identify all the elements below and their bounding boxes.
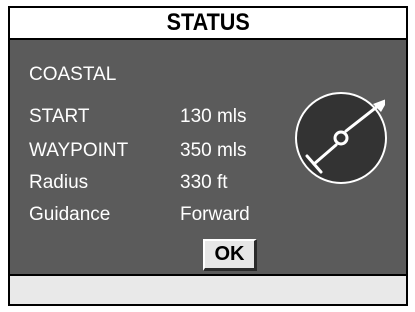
heading-indicator-icon bbox=[295, 92, 387, 184]
ok-button-label: OK bbox=[214, 243, 245, 265]
status-dialog: STATUS COASTAL START 130 mls WAYPOINT 35… bbox=[8, 6, 408, 306]
start-value: 130 mls bbox=[180, 106, 247, 127]
footer-bar bbox=[10, 274, 406, 304]
title-bar: STATUS bbox=[10, 8, 406, 40]
radius-label: Radius bbox=[29, 172, 89, 193]
waypoint-label: WAYPOINT bbox=[29, 140, 129, 161]
guidance-label: Guidance bbox=[29, 204, 111, 225]
waypoint-value: 350 mls bbox=[180, 140, 247, 161]
start-label: START bbox=[29, 106, 90, 127]
radius-value: 330 ft bbox=[180, 172, 228, 193]
route-name: COASTAL bbox=[29, 64, 117, 85]
ok-button[interactable]: OK bbox=[203, 239, 257, 271]
dialog-title: STATUS bbox=[166, 9, 250, 36]
guidance-value: Forward bbox=[180, 204, 250, 225]
